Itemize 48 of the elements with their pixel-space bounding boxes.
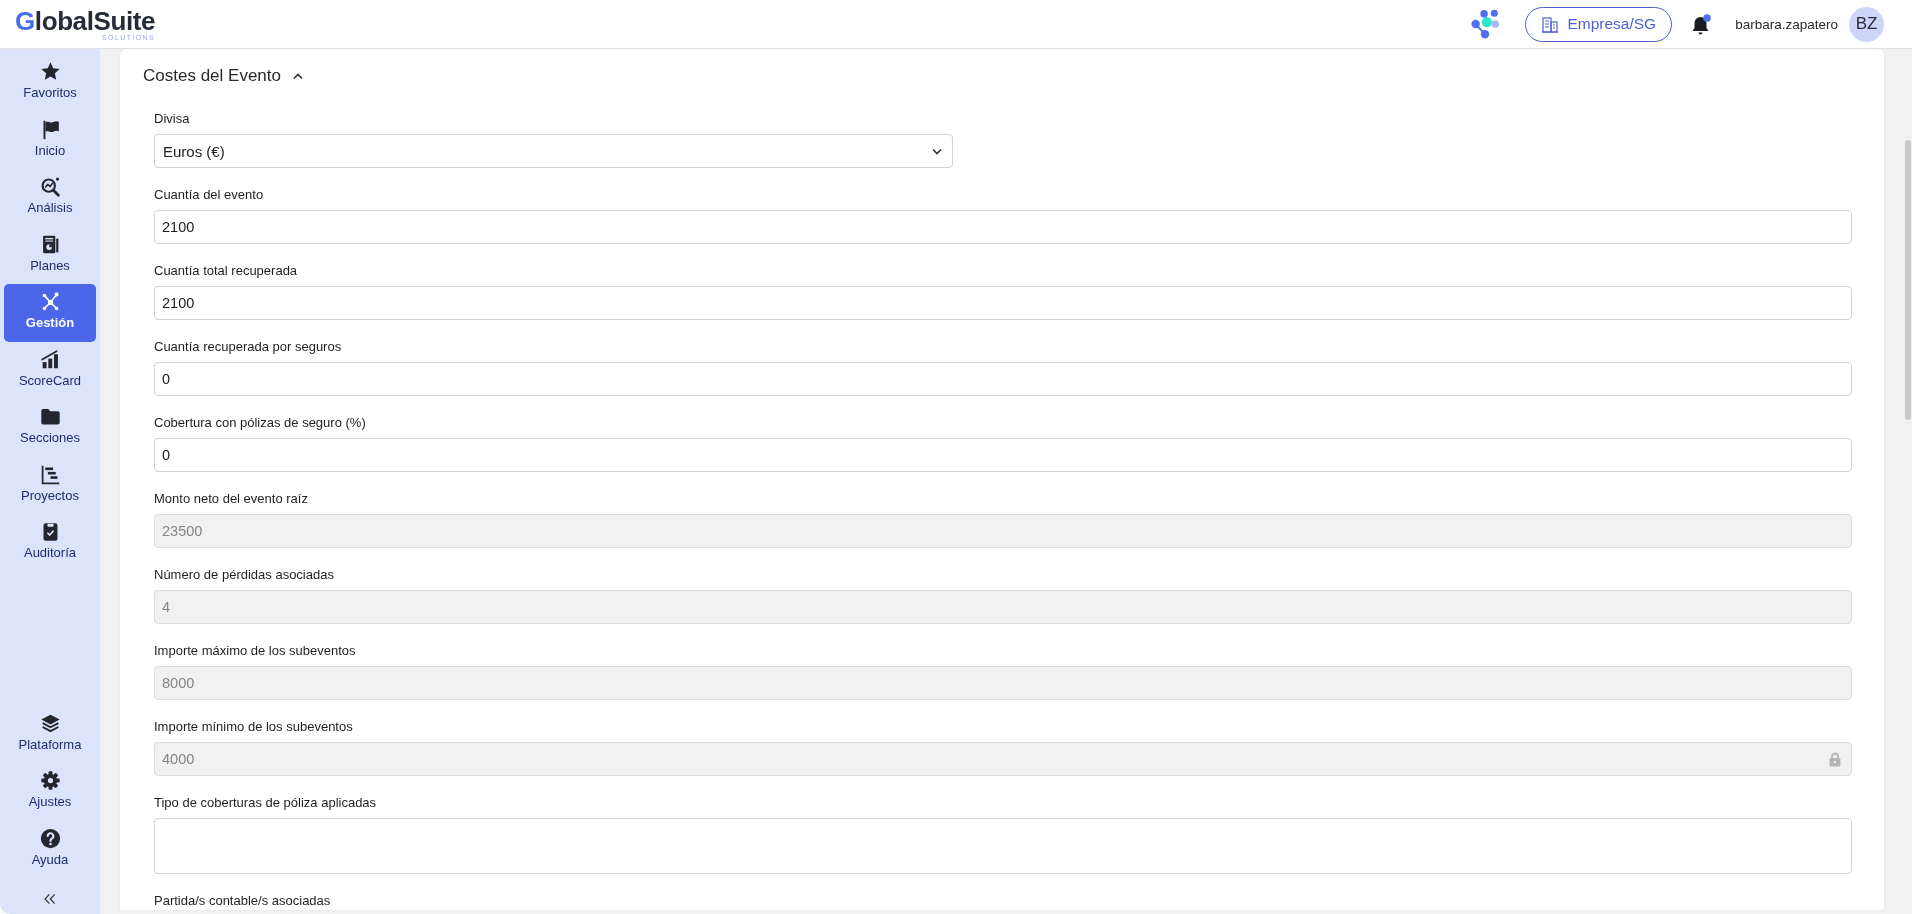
field-label: Monto neto del evento raíz — [154, 491, 308, 507]
help-icon — [39, 827, 61, 849]
field-label: Importe mínimo de los subeventos — [154, 719, 353, 735]
sidebar-item[interactable]: Secciones — [4, 399, 96, 457]
sidebar-item[interactable]: Ayuda — [4, 820, 96, 878]
input-field[interactable]: 0 — [154, 362, 1852, 396]
sidebar-item[interactable]: Favoritos — [4, 54, 96, 112]
sidebar-item[interactable]: Inicio — [4, 111, 96, 169]
double-chevron-left-icon — [42, 891, 58, 907]
sidebar-item[interactable]: Plataforma — [4, 705, 96, 763]
field-label: Cuantía del evento — [154, 187, 264, 203]
input-field[interactable]: 0 — [154, 438, 1852, 472]
field-label: Tipo de coberturas de póliza aplicadas — [154, 795, 377, 811]
star-icon — [39, 61, 61, 82]
avatar[interactable]: BZ — [1849, 6, 1884, 42]
section-header[interactable]: Costes del Evento — [143, 65, 303, 87]
field-label: Partida/s contable/s asociadas — [154, 893, 331, 909]
company-button[interactable]: Empresa/SG — [1525, 6, 1673, 42]
scrollbar-thumb[interactable] — [1905, 140, 1911, 420]
field-label: Cobertura con pólizas de seguro (%) — [154, 415, 366, 431]
field-label: Divisa — [154, 111, 190, 127]
select-field[interactable]: Euros (€) — [154, 134, 953, 168]
bell-icon[interactable] — [1692, 13, 1712, 35]
sidebar-item[interactable]: Auditoría — [4, 514, 96, 572]
sidebar-item[interactable]: Análisis — [4, 169, 96, 227]
sidebar-item[interactable]: Planes — [4, 226, 96, 284]
input-field[interactable]: 2100 — [154, 286, 1852, 320]
field-label: Cuantía recuperada por seguros — [154, 339, 342, 355]
username: barbara.zapatero — [1735, 16, 1838, 32]
magnifier-chart-icon — [39, 176, 61, 197]
field-label: Número de pérdidas asociadas — [154, 567, 334, 583]
logo-text: GlobalSuite — [15, 8, 156, 34]
layers-icon — [39, 712, 61, 734]
text-area[interactable] — [154, 818, 1852, 874]
building-icon — [1541, 15, 1560, 33]
settings-icon — [39, 770, 61, 791]
sidebar-item[interactable]: Proyectos — [4, 456, 96, 514]
dots-cluster-icon[interactable] — [1471, 9, 1500, 39]
gantt-chart-icon — [39, 463, 61, 485]
sidebar-item[interactable]: Ajustes — [4, 763, 96, 821]
field-label: Importe máximo de los subeventos — [154, 643, 356, 659]
chevron-down-icon — [932, 147, 942, 155]
sidebar-item[interactable]: Gestión — [4, 284, 96, 342]
folder-icon — [39, 406, 61, 427]
bar-chart-icon — [39, 348, 61, 370]
field-label: Cuantía total recuperada — [154, 263, 298, 279]
input-field[interactable]: 2100 — [154, 210, 1852, 244]
sidebar-item[interactable]: ScoreCard — [4, 341, 96, 399]
